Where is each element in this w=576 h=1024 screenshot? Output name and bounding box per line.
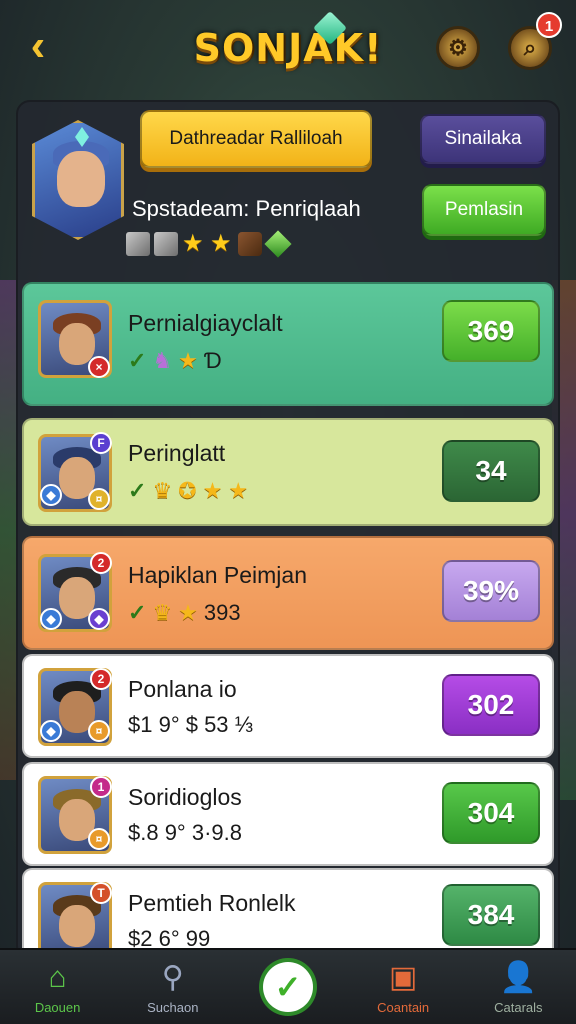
check-icon: ✓ bbox=[128, 348, 147, 373]
check-icon: ✓ bbox=[262, 962, 313, 1012]
back-button[interactable]: ‹ bbox=[18, 24, 58, 70]
nav-label: Catarals bbox=[494, 999, 543, 1015]
nav-search[interactable]: ⚲ Suchaon bbox=[123, 949, 223, 1024]
row-badge-icon: × bbox=[88, 356, 110, 378]
row-name: Peringlatt bbox=[128, 440, 226, 466]
nav-label: Suchaon bbox=[147, 999, 199, 1015]
leaderboard-row[interactable]: F ◆ ¤ Peringlatt ✓ ♛ ✪ ★ ★ 34 bbox=[22, 418, 554, 526]
d-icon: Ɗ bbox=[203, 348, 222, 373]
bottom-navigation: ⌂ Daouen ⚲ Suchaon ✓ ▣ Coantain 👤 Catara… bbox=[0, 948, 576, 1024]
gem-badge-icon: ◆ bbox=[88, 608, 110, 630]
unicorn-icon: ♞ bbox=[152, 348, 173, 373]
row-stats: ✓ ♛ ★ 393 bbox=[128, 600, 241, 626]
row-score: 34 bbox=[442, 440, 540, 502]
leaderboard-row[interactable]: 2 ◆ ¤ Ponlana io $1 9° $ 53 ⅓ 302 bbox=[22, 654, 554, 758]
row-score: 39% bbox=[442, 560, 540, 622]
row-badge-icon: 2 bbox=[90, 552, 112, 574]
row-stats: $1 9° $ 53 ⅓ bbox=[128, 712, 254, 737]
row-stat-value: 393 bbox=[203, 600, 241, 625]
medal-icon: ✪ bbox=[178, 478, 197, 503]
gear-icon: ⚙ bbox=[448, 35, 468, 60]
check-icon: ✓ bbox=[128, 600, 147, 625]
nav-container[interactable]: ▣ Coantain bbox=[353, 949, 453, 1024]
person-icon: 👤 bbox=[499, 961, 538, 994]
primary-action-button[interactable]: Dathreadar Ralliloah bbox=[140, 110, 372, 168]
top-bar: ‹ SONJAK! ⚙ ⌕ 1 bbox=[0, 0, 576, 96]
row-score: 384 bbox=[442, 884, 540, 946]
game-title: SONJAK! bbox=[193, 26, 383, 70]
leaderboard-row[interactable]: T Pemtieh Ronlelk $2 6° 99 384 bbox=[22, 868, 554, 960]
avatar-face bbox=[59, 323, 95, 365]
chest-icon: ▣ bbox=[388, 961, 418, 994]
row-stats: ✓ ♛ ✪ ★ ★ bbox=[128, 478, 248, 504]
settings-button[interactable]: ⚙ bbox=[436, 26, 480, 70]
row-badge-icon: F bbox=[90, 432, 112, 454]
row-name: Hapiklan Peimjan bbox=[128, 562, 307, 588]
home-icon: ⌂ bbox=[48, 960, 67, 994]
shield-badge-icon: ◆ bbox=[40, 484, 62, 506]
star-icon: ★ bbox=[202, 478, 223, 503]
row-stats: $.8 9° 3·9.8 bbox=[128, 820, 242, 845]
check-icon: ✓ bbox=[128, 478, 147, 503]
shield-badge-icon: ◆ bbox=[40, 608, 62, 630]
coin-badge-icon: ¤ bbox=[88, 488, 110, 510]
nav-confirm[interactable]: ✓ bbox=[238, 949, 338, 1024]
crown-icon: ♛ bbox=[152, 600, 173, 625]
star-icon: ★ bbox=[228, 478, 249, 503]
row-score: 304 bbox=[442, 782, 540, 844]
avatar-face bbox=[57, 151, 105, 207]
row-score: 302 bbox=[442, 674, 540, 736]
star-icon: ★ bbox=[178, 348, 198, 373]
star-icon: ★ bbox=[210, 230, 232, 257]
nav-label: Coantain bbox=[377, 999, 430, 1015]
chest-icon bbox=[238, 232, 262, 256]
leaderboard-row[interactable]: 2 ◆ ◆ Hapiklan Peimjan ✓ ♛ ★ 393 39% bbox=[22, 536, 554, 650]
avatar-face bbox=[59, 905, 95, 947]
cube-icon bbox=[126, 232, 150, 256]
row-badge-icon: T bbox=[90, 882, 112, 904]
green-action-button[interactable]: Pemlasin bbox=[422, 184, 546, 236]
row-name: Ponlana io bbox=[128, 676, 237, 702]
cube-icon bbox=[154, 232, 178, 256]
leaderboard-row[interactable]: × Pernialgiayclalt ✓ ♞ ★ Ɗ 369 bbox=[22, 282, 554, 406]
row-name: Pernialgiayclalt bbox=[128, 310, 283, 336]
shield-badge-icon: ◆ bbox=[40, 720, 62, 742]
player-badges: ★ ★ bbox=[126, 230, 292, 258]
player-name: Spstadeam: Penriqlaah bbox=[132, 196, 361, 221]
row-badge-icon: 2 bbox=[90, 668, 112, 690]
row-name: Soridioglos bbox=[128, 784, 242, 810]
search-icon: ⚲ bbox=[161, 961, 184, 994]
row-badge-icon: 1 bbox=[90, 776, 112, 798]
coin-badge-icon: ¤ bbox=[88, 828, 110, 850]
chevron-left-icon: ‹ bbox=[30, 21, 46, 70]
magnifier-icon: ⌕ bbox=[523, 35, 537, 60]
row-stats: ✓ ♞ ★ Ɗ bbox=[128, 348, 222, 374]
nav-home[interactable]: ⌂ Daouen bbox=[8, 949, 108, 1024]
gem-icon bbox=[264, 230, 292, 258]
star-icon: ★ bbox=[182, 230, 204, 257]
notification-badge: 1 bbox=[536, 12, 562, 38]
secondary-action-button[interactable]: Sinailaka bbox=[420, 114, 546, 164]
player-avatar[interactable] bbox=[32, 120, 124, 240]
nav-label: Daouen bbox=[34, 999, 81, 1015]
coin-badge-icon: ¤ bbox=[88, 720, 110, 742]
star-icon: ★ bbox=[178, 600, 198, 625]
crown-icon: ♛ bbox=[152, 478, 173, 503]
row-name: Pemtieh Ronlelk bbox=[128, 890, 296, 916]
row-score: 369 bbox=[442, 300, 540, 362]
nav-profile[interactable]: 👤 Catarals bbox=[468, 949, 568, 1024]
leaderboard-row[interactable]: 1 ¤ Soridioglos $.8 9° 3·9.8 304 bbox=[22, 762, 554, 866]
